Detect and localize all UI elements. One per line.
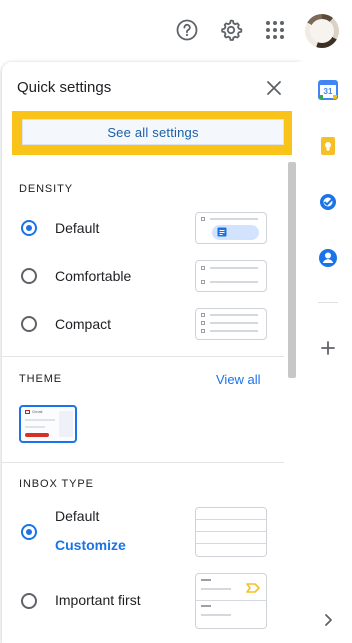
see-all-settings-highlight: See all settings [12, 111, 292, 155]
gear-icon[interactable] [219, 18, 243, 42]
inbox-important-first-radio[interactable] [21, 593, 37, 609]
density-default-radio[interactable] [21, 220, 37, 236]
apps-grid-icon[interactable] [263, 18, 287, 42]
keep-icon[interactable] [318, 136, 338, 156]
inbox-important-first-thumbnail[interactable] [195, 573, 267, 629]
density-compact-label: Compact [55, 316, 112, 332]
tasks-icon[interactable] [318, 192, 338, 212]
inbox-type-heading: INBOX TYPE [19, 478, 94, 490]
view-all-themes-link[interactable]: View all [216, 372, 261, 387]
chevron-right-icon[interactable] [318, 610, 338, 630]
calendar-icon[interactable]: 31 [318, 80, 338, 100]
theme-thumb-text: Gmail [32, 409, 43, 414]
divider [2, 356, 284, 357]
see-all-settings-button[interactable]: See all settings [22, 119, 284, 145]
side-panel-rail: 31 [300, 62, 352, 643]
add-icon[interactable] [318, 338, 338, 358]
help-icon[interactable] [175, 18, 199, 42]
app-header [0, 0, 352, 62]
close-icon[interactable] [264, 78, 284, 98]
density-default-thumbnail[interactable] [195, 212, 267, 244]
calendar-date-label: 31 [323, 87, 333, 96]
divider [2, 462, 284, 463]
rail-divider [318, 302, 338, 303]
inbox-default-label: Default [55, 508, 100, 524]
density-compact-thumbnail[interactable] [195, 308, 267, 340]
quick-settings-panel: Quick settings See all settings DENSITY … [2, 62, 300, 643]
theme-thumbnail[interactable]: Gmail [19, 405, 77, 443]
avatar[interactable] [305, 14, 339, 48]
panel-title: Quick settings [17, 79, 112, 96]
density-comfortable-label: Comfortable [55, 268, 132, 284]
density-comfortable-thumbnail[interactable] [195, 260, 267, 292]
theme-heading: THEME [19, 373, 62, 385]
inbox-important-first-label: Important first [55, 592, 141, 608]
inbox-default-thumbnail[interactable] [195, 507, 267, 557]
document-icon [217, 227, 227, 237]
contacts-icon[interactable] [318, 248, 338, 268]
inbox-default-radio[interactable] [21, 524, 37, 540]
gmail-logo-icon [25, 410, 30, 414]
density-heading: DENSITY [19, 183, 73, 195]
density-default-label: Default [55, 220, 100, 236]
scrollbar[interactable] [288, 162, 296, 378]
important-marker-icon [246, 583, 260, 593]
density-comfortable-radio[interactable] [21, 268, 37, 284]
density-compact-radio[interactable] [21, 316, 37, 332]
customize-link[interactable]: Customize [55, 537, 126, 553]
